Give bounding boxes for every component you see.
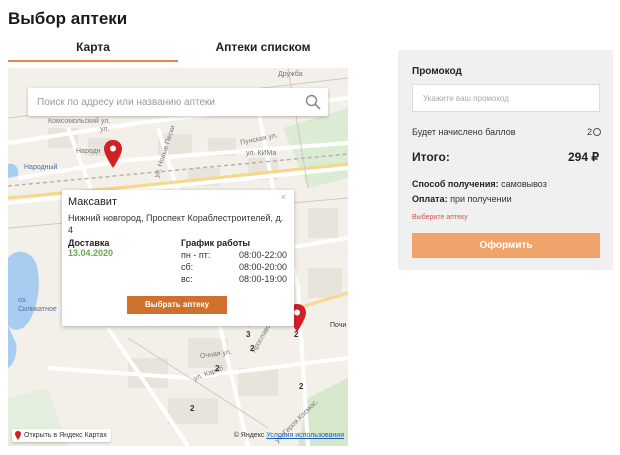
delivery-date: 13.04.2020 [68,248,114,258]
map-label-druzhba: Дружба [278,71,303,78]
map-label-narodnaya: Народн [76,148,101,155]
delivery-method: Способ получения: самовывоз [412,179,547,189]
schedule-day: вс: [181,274,193,284]
choose-pharmacy-warning: Выберите аптеку [412,214,468,221]
open-in-yandex-link[interactable]: Открыть в Яндекс Картах [12,429,111,442]
map-label-komsomolsky: Комсомольский ул. [48,118,111,125]
pharmacy-popup: × Максавит Нижний новгород, Проспект Кор… [62,190,294,326]
tabs: Карта Аптеки списком [8,40,348,62]
close-icon[interactable]: × [281,192,286,202]
cluster-count[interactable]: 2 [190,404,194,413]
payment-method: Оплата: при получении [412,194,512,204]
schedule-time: 08:00-20:00 [238,262,287,272]
store-address: Нижний новгород, Проспект Кораблестроите… [68,213,284,235]
map-pin-icon [15,431,21,440]
cluster-count[interactable]: 2 [215,364,219,373]
map-label-narodny: Народный [24,164,58,171]
schedule-day: пн - пт: [181,250,211,260]
map[interactable]: Дружба Комсомольский ул. ул. Народн Наро… [8,68,348,446]
schedule-day: сб: [181,262,194,272]
map-label-khodovaya: ул. [100,126,110,133]
tab-map[interactable]: Карта [8,40,178,62]
total-label: Итого: [412,150,450,164]
page-title: Выбор аптеки [8,9,128,28]
points-amount: 2 [586,127,592,137]
payment-label: Оплата: [412,194,448,204]
delivery-method-label: Способ получения: [412,179,499,189]
schedule-time: 08:00-19:00 [238,274,287,284]
bonus-coin-icon [593,128,601,136]
checkout-button[interactable]: Оформить [412,233,600,258]
cluster-count[interactable]: 3 [246,330,250,339]
order-summary-panel: Промокод Будет начислено баллов 2 Итого:… [398,50,613,270]
map-label-kima: ул. КИМа [246,150,277,157]
search-icon[interactable] [305,94,321,110]
map-search [28,88,328,116]
map-pin-icon[interactable] [104,140,122,168]
promo-title: Промокод [412,66,462,77]
choose-pharmacy-button[interactable]: Выбрать аптеку [127,296,227,314]
active-tab-underline [8,60,178,62]
map-copyright: © Яндекс Условия использования [234,432,344,439]
terms-link[interactable]: Условия использования [266,432,344,439]
total-value: 294 ₽ [568,150,599,164]
map-label-ozero: оз. Силикатное [18,297,57,313]
cluster-count[interactable]: 2 [250,344,254,353]
map-search-input[interactable] [28,88,298,116]
points-label: Будет начислено баллов [412,127,516,137]
schedule-title: График работы [181,238,251,248]
cluster-count[interactable]: 2 [299,382,303,391]
open-in-yandex-label: Открыть в Яндекс Картах [24,432,107,439]
tab-list[interactable]: Аптеки списком [183,40,343,62]
payment-value: при получении [450,194,512,204]
yandex-copyright: © Яндекс [233,432,265,439]
delivery-label: Доставка [68,238,110,248]
promo-code-input[interactable] [412,84,600,112]
delivery-method-value: самовывоз [501,179,547,189]
store-name: Максавит [68,196,117,208]
points-value: 2 [587,127,601,137]
map-label-pochinki: Почи [330,322,347,329]
schedule-time: 08:00-22:00 [238,250,287,260]
